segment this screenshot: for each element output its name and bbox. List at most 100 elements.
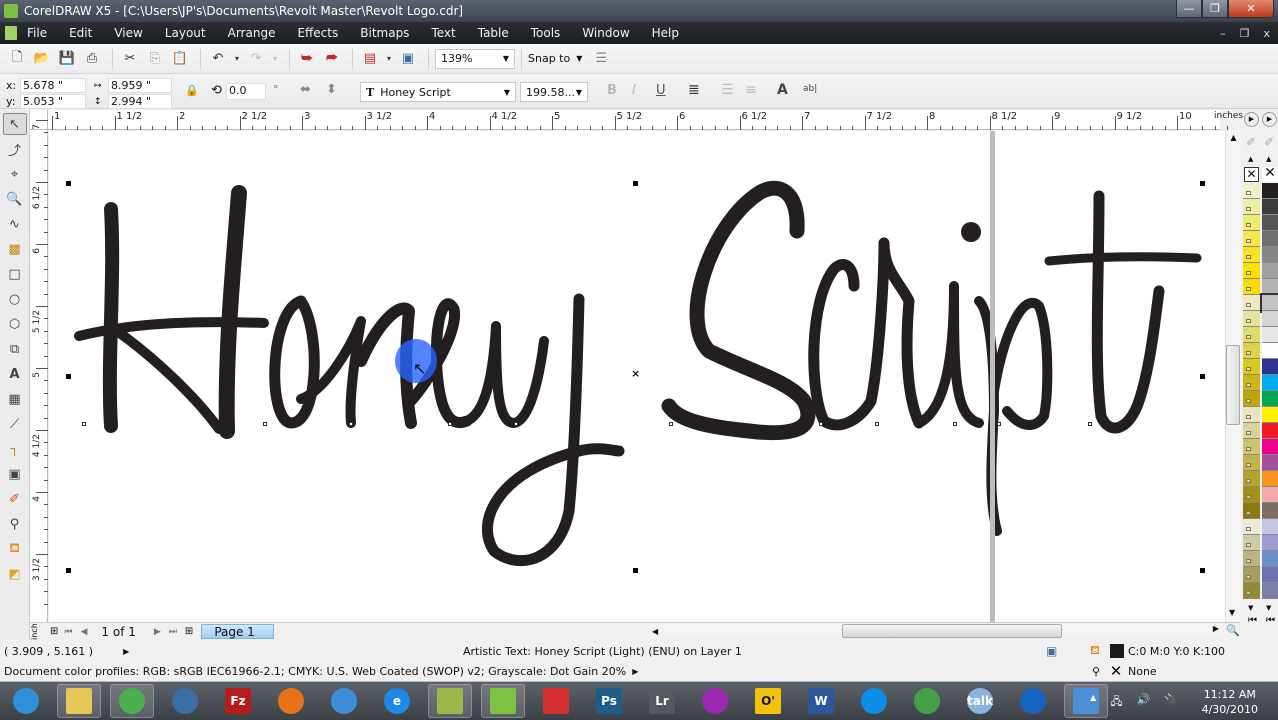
selection-handle-middle-right[interactable] [1200, 374, 1205, 379]
color-swatch[interactable] [1243, 391, 1260, 407]
height-input[interactable]: 2.994 " [108, 94, 172, 109]
character-node[interactable] [819, 422, 823, 426]
horizontal-scroll-thumb[interactable] [842, 624, 1062, 638]
menu-tools[interactable]: Tools [531, 26, 561, 40]
x-position-input[interactable]: 5.678 " [20, 78, 86, 93]
color-swatch[interactable] [1262, 439, 1278, 455]
vertical-scroll-thumb[interactable] [1226, 345, 1240, 425]
underline-icon[interactable]: U [656, 83, 666, 98]
color-swatch[interactable] [1262, 407, 1278, 423]
menu-arrange[interactable]: Arrange [228, 26, 276, 40]
show-hidden-icons-icon[interactable]: ▲ [1090, 693, 1096, 712]
ellipse-tool-icon[interactable]: ○ [3, 288, 27, 310]
color-swatch[interactable] [1262, 231, 1278, 247]
prev-page-icon[interactable]: ◀ [81, 627, 88, 637]
color-swatch[interactable] [1243, 295, 1260, 311]
bullet-list-icon[interactable]: ☰ [721, 82, 734, 98]
color-swatch[interactable] [1262, 503, 1278, 519]
color-proofing-icon[interactable]: ▣ [1046, 644, 1057, 658]
taskbar-thunderbird-button[interactable] [163, 684, 207, 718]
font-list-select[interactable]: T Honey Script ▼ [360, 82, 516, 102]
add-page-before-icon[interactable]: ⊞ [50, 626, 58, 637]
color-swatch[interactable] [1243, 471, 1260, 487]
color-swatch[interactable] [1262, 263, 1278, 279]
copy-icon[interactable]: ⎘ [144, 48, 166, 70]
taskbar-feedreader-button[interactable] [1011, 684, 1055, 718]
export-icon[interactable]: ⮫ [321, 48, 343, 70]
no-color-swatch[interactable]: ✕ [1244, 167, 1259, 182]
color-swatch[interactable] [1262, 519, 1278, 535]
taskbar-start-button[interactable] [4, 684, 48, 718]
character-node[interactable] [669, 422, 673, 426]
color-swatch[interactable] [1243, 247, 1260, 263]
menu-table[interactable]: Table [478, 26, 509, 40]
palette-flyout-button[interactable]: ▶ [1244, 112, 1259, 127]
taskbar-explorer-button[interactable] [57, 684, 101, 718]
doc-minimize-button[interactable]: – [1220, 27, 1226, 40]
add-page-after-icon[interactable]: ⊞ [185, 626, 193, 637]
color-swatch[interactable] [1262, 359, 1278, 375]
selection-handle-top-right[interactable] [1200, 181, 1205, 186]
taskbar-safari-button[interactable] [322, 684, 366, 718]
table-tool-icon[interactable]: ▦ [3, 388, 27, 410]
outline-tool-icon[interactable]: ⚲ [3, 513, 27, 535]
scroll-left-icon[interactable]: ◀ [652, 627, 658, 636]
character-node[interactable] [875, 422, 879, 426]
paste-icon[interactable]: 📋 [169, 48, 191, 70]
color-swatch[interactable] [1243, 311, 1260, 327]
connector-tool-icon[interactable]: ┐ [3, 438, 27, 460]
lock-ratio-icon[interactable]: 🔒 [185, 84, 199, 97]
italic-icon[interactable]: I [632, 83, 636, 98]
color-swatch[interactable] [1243, 263, 1260, 279]
scroll-down-icon[interactable]: ▼ [1229, 608, 1235, 617]
menu-help[interactable]: Help [652, 26, 679, 40]
color-swatch[interactable] [1262, 551, 1278, 567]
color-swatch[interactable] [1243, 183, 1260, 199]
taskbar-oreilly-button[interactable]: O' [746, 684, 790, 718]
taskbar-corel-capture-button[interactable] [428, 684, 472, 718]
page-tab-1[interactable]: Page 1 [201, 624, 274, 639]
taskbar-photo-app-button[interactable] [534, 684, 578, 718]
color-swatch[interactable] [1262, 311, 1278, 327]
color-swatch[interactable] [1243, 503, 1260, 519]
menu-file[interactable]: File [27, 26, 47, 40]
eyedropper-icon[interactable]: ✐ [1246, 135, 1256, 149]
color-swatch[interactable] [1262, 471, 1278, 487]
vertical-ruler[interactable]: 7 6 1/2 6 5 1/2 5 4 1/2 4 3 1/2 [30, 120, 48, 622]
power-icon[interactable]: 🔌 [1164, 693, 1178, 712]
snap-dropdown-icon[interactable]: ▼ [576, 54, 582, 63]
character-node[interactable] [349, 422, 353, 426]
options-icon[interactable]: ☰ [590, 48, 612, 70]
color-swatch[interactable] [1262, 535, 1278, 551]
fill-color-swatch[interactable] [1110, 644, 1124, 658]
color-swatch[interactable] [1243, 423, 1260, 439]
color-swatch[interactable] [1262, 423, 1278, 439]
drawing-canvas[interactable]: × ↖ [49, 131, 1225, 622]
color-swatch[interactable] [1262, 215, 1278, 231]
rotation-center-marker[interactable]: × [631, 367, 640, 380]
palette-scroll-down-icon[interactable]: ▼ [1248, 604, 1253, 612]
import-icon[interactable]: ⮩ [296, 48, 318, 70]
snap-to-button[interactable]: Snap to [528, 52, 570, 65]
welcome-screen-icon[interactable]: ▣ [397, 48, 419, 70]
character-node[interactable] [263, 422, 267, 426]
text-alignment-icon[interactable]: ≣ [688, 82, 700, 98]
color-swatch[interactable] [1262, 567, 1278, 583]
selection-handle-top-left[interactable] [66, 181, 71, 186]
color-swatch[interactable] [1243, 215, 1260, 231]
taskbar-word-button[interactable]: W [799, 684, 843, 718]
color-swatch[interactable] [1243, 343, 1260, 359]
menu-bitmaps[interactable]: Bitmaps [360, 26, 409, 40]
color-swatch[interactable] [1262, 279, 1278, 295]
color-swatch[interactable] [1243, 199, 1260, 215]
maximize-button[interactable]: ❐ [1202, 0, 1228, 18]
taskbar-firefox-button[interactable] [269, 684, 313, 718]
rectangle-tool-icon[interactable]: □ [3, 263, 27, 285]
palette-flyout-button[interactable]: ▶ [1262, 112, 1277, 127]
basic-shapes-tool-icon[interactable]: ⧉ [3, 338, 27, 360]
character-node[interactable] [82, 422, 86, 426]
color-swatch[interactable] [1262, 455, 1278, 471]
color-swatch[interactable] [1262, 183, 1278, 199]
mirror-horizontal-icon[interactable]: ⬌ [300, 82, 311, 97]
color-swatch[interactable] [1243, 359, 1260, 375]
